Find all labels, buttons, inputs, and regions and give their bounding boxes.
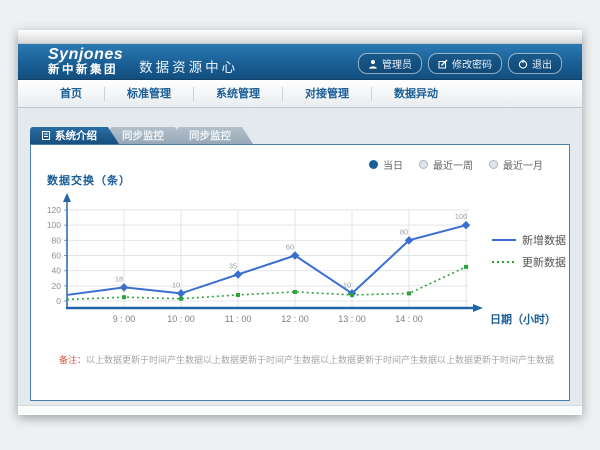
power-icon xyxy=(518,59,528,69)
tab-system-intro[interactable]: 系统介绍 xyxy=(30,127,119,144)
chart-panel: 当日 最近一周 最近一月 数据交换（条） 0 20 40 60 80 100 120 9 : … xyxy=(30,144,570,401)
y-axis-title: 数据交换（条） xyxy=(47,172,131,188)
svg-text:35: 35 xyxy=(229,261,237,270)
svg-text:100: 100 xyxy=(47,220,61,230)
document-icon xyxy=(42,131,50,140)
nav-item-standards[interactable]: 标准管理 xyxy=(105,87,194,101)
user-button-label: 管理员 xyxy=(382,56,412,71)
change-password-label: 修改密码 xyxy=(452,56,492,71)
app-header: Synjones 新中新集团 数据资源中心 管理员 修改密 xyxy=(18,44,582,80)
app-title: 数据资源中心 xyxy=(139,56,238,76)
tab-sync-monitor-1-label: 同步监控 xyxy=(122,128,164,143)
radio-today[interactable]: 当日 xyxy=(369,157,403,172)
footnote-text: 以上数据更新于时间产生数据以上数据更新于时间产生数据以上数据更新于时间产生数据以… xyxy=(86,355,555,365)
line-chart: 0 20 40 60 80 100 120 9 : 00 10 : 00 11 : 00 12 : … xyxy=(39,190,569,340)
svg-text:11 : 00: 11 : 00 xyxy=(225,314,252,324)
radio-last-month[interactable]: 最近一月 xyxy=(489,157,543,172)
svg-text:12 : 00: 12 : 00 xyxy=(281,314,309,324)
svg-text:80: 80 xyxy=(52,235,62,245)
logo-wordmark: Synjones xyxy=(48,47,123,63)
tab-system-intro-label: 系统介绍 xyxy=(55,128,97,143)
user-button[interactable]: 管理员 xyxy=(358,53,422,74)
svg-text:20: 20 xyxy=(52,281,62,291)
svg-text:10 : 00: 10 : 00 xyxy=(167,314,195,324)
page-background: Synjones 新中新集团 数据资源中心 管理员 修改密 xyxy=(0,0,600,450)
svg-text:9 : 00: 9 : 00 xyxy=(113,314,136,324)
edit-icon xyxy=(438,59,448,69)
tab-sync-monitor-2[interactable]: 同步监控 xyxy=(177,127,253,144)
app-window: Synjones 新中新集团 数据资源中心 管理员 修改密 xyxy=(18,30,582,415)
radio-unselected-icon xyxy=(419,160,428,169)
change-password-button[interactable]: 修改密码 xyxy=(428,53,502,74)
svg-text:14 : 00: 14 : 00 xyxy=(395,314,423,324)
header-actions: 管理员 修改密码 退出 xyxy=(358,53,562,74)
main-nav: 首页 标准管理 系统管理 对接管理 数据异动 xyxy=(18,80,582,108)
svg-text:120: 120 xyxy=(47,205,61,215)
nav-item-home[interactable]: 首页 xyxy=(38,87,105,101)
logo-company-name: 新中新集团 xyxy=(48,65,123,77)
footnote: 备注：以上数据更新于时间产生数据以上数据更新于时间产生数据以上数据更新于时间产生… xyxy=(59,353,555,366)
tab-bar: 系统介绍 同步监控 同步监控 xyxy=(30,127,582,144)
svg-text:80: 80 xyxy=(400,227,408,236)
window-top-strip xyxy=(18,30,582,44)
svg-text:40: 40 xyxy=(52,266,62,276)
nav-item-integration[interactable]: 对接管理 xyxy=(283,87,372,101)
logout-button[interactable]: 退出 xyxy=(508,53,562,74)
window-footer xyxy=(18,405,582,414)
logout-button-label: 退出 xyxy=(532,56,552,71)
nav-item-system[interactable]: 系统管理 xyxy=(194,87,283,101)
footnote-prefix: 备注： xyxy=(59,355,86,365)
time-range-filter: 当日 最近一周 最近一月 xyxy=(369,157,543,172)
svg-text:日期（小时）: 日期（小时） xyxy=(490,312,556,326)
radio-last-week-label: 最近一周 xyxy=(433,157,473,172)
tab-sync-monitor-2-label: 同步监控 xyxy=(189,128,231,143)
user-icon xyxy=(368,59,378,69)
svg-text:18: 18 xyxy=(115,274,123,283)
svg-text:新增数据: 新增数据 xyxy=(522,233,566,247)
radio-last-month-label: 最近一月 xyxy=(503,157,543,172)
radio-today-label: 当日 xyxy=(383,157,403,172)
svg-text:60: 60 xyxy=(52,251,62,261)
svg-text:10: 10 xyxy=(172,280,180,289)
svg-text:10: 10 xyxy=(343,280,351,289)
svg-text:更新数据: 更新数据 xyxy=(522,255,566,269)
radio-last-week[interactable]: 最近一周 xyxy=(419,157,473,172)
svg-text:100: 100 xyxy=(455,212,468,221)
nav-item-data-change[interactable]: 数据异动 xyxy=(372,87,460,101)
tab-sync-monitor-1[interactable]: 同步监控 xyxy=(110,127,186,144)
svg-text:13 : 00: 13 : 00 xyxy=(338,314,366,324)
logo: Synjones 新中新集团 xyxy=(48,47,123,77)
radio-unselected-icon xyxy=(489,160,498,169)
radio-selected-icon xyxy=(369,160,378,169)
svg-text:60: 60 xyxy=(286,243,294,252)
content-area: 系统介绍 同步监控 同步监控 当日 最近一周 xyxy=(18,108,582,405)
svg-text:0: 0 xyxy=(56,296,61,306)
